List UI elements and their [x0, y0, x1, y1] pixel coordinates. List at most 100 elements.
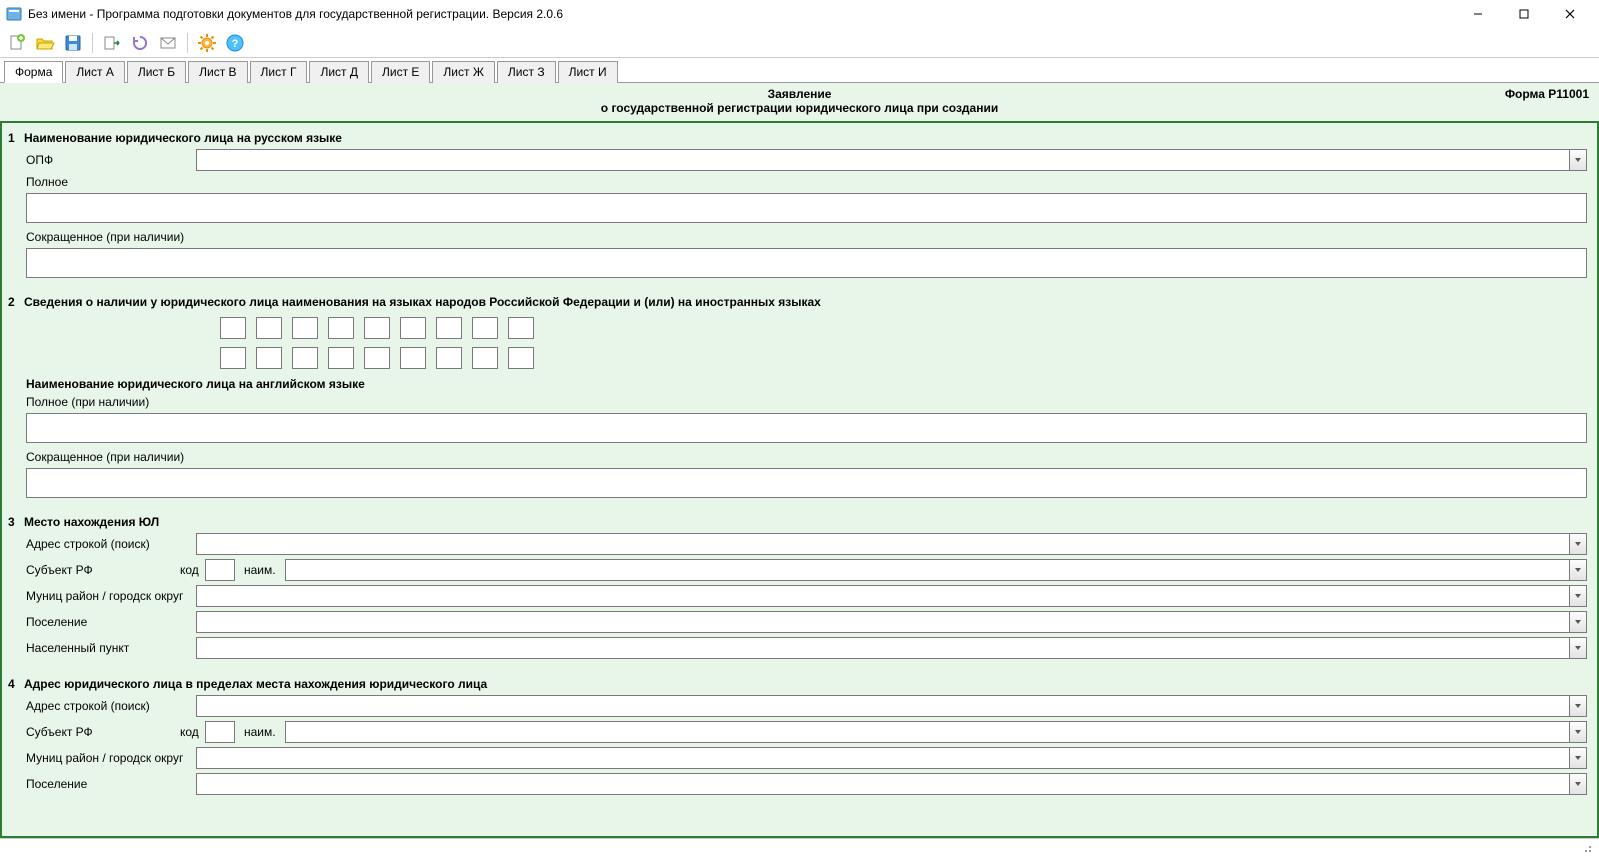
- window-title: Без имени - Программа подготовки докумен…: [28, 7, 563, 21]
- lang-check-2-1[interactable]: [220, 347, 246, 369]
- district-dropdown-3[interactable]: [1569, 585, 1587, 607]
- settlement-dropdown-4[interactable]: [1569, 773, 1587, 795]
- close-button[interactable]: [1547, 0, 1593, 28]
- addr-search-label-3: Адрес строкой (поиск): [26, 537, 196, 551]
- addr-search-label-4: Адрес строкой (поиск): [26, 699, 196, 713]
- settlement-label-4: Поселение: [26, 777, 196, 791]
- lang-check-1-8[interactable]: [472, 317, 498, 339]
- toolbar: ?: [0, 28, 1599, 58]
- lang-check-2-8[interactable]: [472, 347, 498, 369]
- short-name-label: Сокращенное (при наличии): [26, 230, 184, 244]
- lang-check-1-3[interactable]: [292, 317, 318, 339]
- addr-search-dropdown-4[interactable]: [1569, 695, 1587, 717]
- name-label-3: наим.: [235, 563, 285, 577]
- english-name-title: Наименование юридического лица на англий…: [8, 377, 1587, 391]
- status-bar: [0, 838, 1599, 858]
- subject-name-input-3[interactable]: [285, 559, 1569, 581]
- name-label-4: наим.: [235, 725, 285, 739]
- form-header: Заявление о государственной регистрации …: [0, 83, 1599, 121]
- new-document-button[interactable]: [4, 30, 30, 56]
- subject-name-dropdown-4[interactable]: [1569, 721, 1587, 743]
- addr-search-input-3[interactable]: [196, 533, 1569, 555]
- subject-label-3: Субъект РФ: [26, 563, 174, 577]
- resize-grip-icon[interactable]: [1579, 840, 1593, 857]
- settlement-combo-4[interactable]: [196, 773, 1587, 795]
- addr-search-combo-3[interactable]: [196, 533, 1587, 555]
- subject-code-input-3[interactable]: [205, 559, 235, 581]
- district-input-4[interactable]: [196, 747, 1569, 769]
- tab-list-z[interactable]: Лист З: [497, 61, 556, 83]
- tab-list-v[interactable]: Лист В: [188, 61, 247, 83]
- lang-check-2-6[interactable]: [400, 347, 426, 369]
- opf-dropdown-button[interactable]: [1569, 149, 1587, 171]
- export-button[interactable]: [99, 30, 125, 56]
- addr-search-combo-4[interactable]: [196, 695, 1587, 717]
- subject-name-dropdown-3[interactable]: [1569, 559, 1587, 581]
- section-3-number: 3: [8, 513, 24, 529]
- lang-check-1-7[interactable]: [436, 317, 462, 339]
- lang-check-1-5[interactable]: [364, 317, 390, 339]
- tab-list-b[interactable]: Лист Б: [127, 61, 186, 83]
- subject-name-combo-4[interactable]: [285, 721, 1587, 743]
- form-heading-1: Заявление: [8, 87, 1591, 101]
- tab-list-i[interactable]: Лист И: [558, 61, 618, 83]
- lang-check-2-5[interactable]: [364, 347, 390, 369]
- addr-search-input-4[interactable]: [196, 695, 1569, 717]
- save-button[interactable]: [60, 30, 86, 56]
- lang-check-1-9[interactable]: [508, 317, 534, 339]
- lang-check-2-7[interactable]: [436, 347, 462, 369]
- tab-list-a[interactable]: Лист А: [65, 61, 124, 83]
- district-input-3[interactable]: [196, 585, 1569, 607]
- settlement-input-4[interactable]: [196, 773, 1569, 795]
- maximize-button[interactable]: [1501, 0, 1547, 28]
- section-1-title: Наименование юридического лица на русско…: [24, 129, 342, 145]
- subject-code-input-4[interactable]: [205, 721, 235, 743]
- lang-check-1-4[interactable]: [328, 317, 354, 339]
- minimize-button[interactable]: [1455, 0, 1501, 28]
- lang-check-2-3[interactable]: [292, 347, 318, 369]
- lang-check-1-1[interactable]: [220, 317, 246, 339]
- section-2-title: Сведения о наличии у юридического лица н…: [24, 293, 821, 309]
- settlement-dropdown-3[interactable]: [1569, 611, 1587, 633]
- section-4-number: 4: [8, 675, 24, 691]
- settlement-combo-3[interactable]: [196, 611, 1587, 633]
- tab-list-d[interactable]: Лист Д: [309, 61, 369, 83]
- svg-text:?: ?: [232, 38, 239, 50]
- lang-check-1-6[interactable]: [400, 317, 426, 339]
- lang-check-2-4[interactable]: [328, 347, 354, 369]
- opf-combo[interactable]: [196, 149, 1587, 171]
- help-button[interactable]: ?: [222, 30, 248, 56]
- refresh-button[interactable]: [127, 30, 153, 56]
- eng-short-input[interactable]: [26, 468, 1587, 498]
- opf-input[interactable]: [196, 149, 1569, 171]
- locality-label-3: Населенный пункт: [26, 641, 196, 655]
- addr-search-dropdown-3[interactable]: [1569, 533, 1587, 555]
- lang-check-2-9[interactable]: [508, 347, 534, 369]
- locality-dropdown-3[interactable]: [1569, 637, 1587, 659]
- subject-name-combo-3[interactable]: [285, 559, 1587, 581]
- locality-combo-3[interactable]: [196, 637, 1587, 659]
- locality-input-3[interactable]: [196, 637, 1569, 659]
- eng-short-label: Сокращенное (при наличии): [26, 450, 184, 464]
- tab-list-zh[interactable]: Лист Ж: [432, 61, 495, 83]
- lang-check-1-2[interactable]: [256, 317, 282, 339]
- settlement-input-3[interactable]: [196, 611, 1569, 633]
- subject-name-input-4[interactable]: [285, 721, 1569, 743]
- district-combo-4[interactable]: [196, 747, 1587, 769]
- language-checkbox-grid: [220, 317, 1587, 369]
- tab-form[interactable]: Форма: [4, 61, 63, 83]
- short-name-input[interactable]: [26, 248, 1587, 278]
- lang-check-2-2[interactable]: [256, 347, 282, 369]
- full-name-input[interactable]: [26, 193, 1587, 223]
- mail-button[interactable]: [155, 30, 181, 56]
- open-button[interactable]: [32, 30, 58, 56]
- app-icon: [6, 6, 22, 22]
- tab-list-g[interactable]: Лист Г: [250, 61, 308, 83]
- district-combo-3[interactable]: [196, 585, 1587, 607]
- settings-button[interactable]: [194, 30, 220, 56]
- tab-list-e[interactable]: Лист Е: [371, 61, 430, 83]
- eng-full-input[interactable]: [26, 413, 1587, 443]
- district-dropdown-4[interactable]: [1569, 747, 1587, 769]
- section-2-number: 2: [8, 293, 24, 309]
- form-body[interactable]: 1 Наименование юридического лица на русс…: [0, 121, 1599, 838]
